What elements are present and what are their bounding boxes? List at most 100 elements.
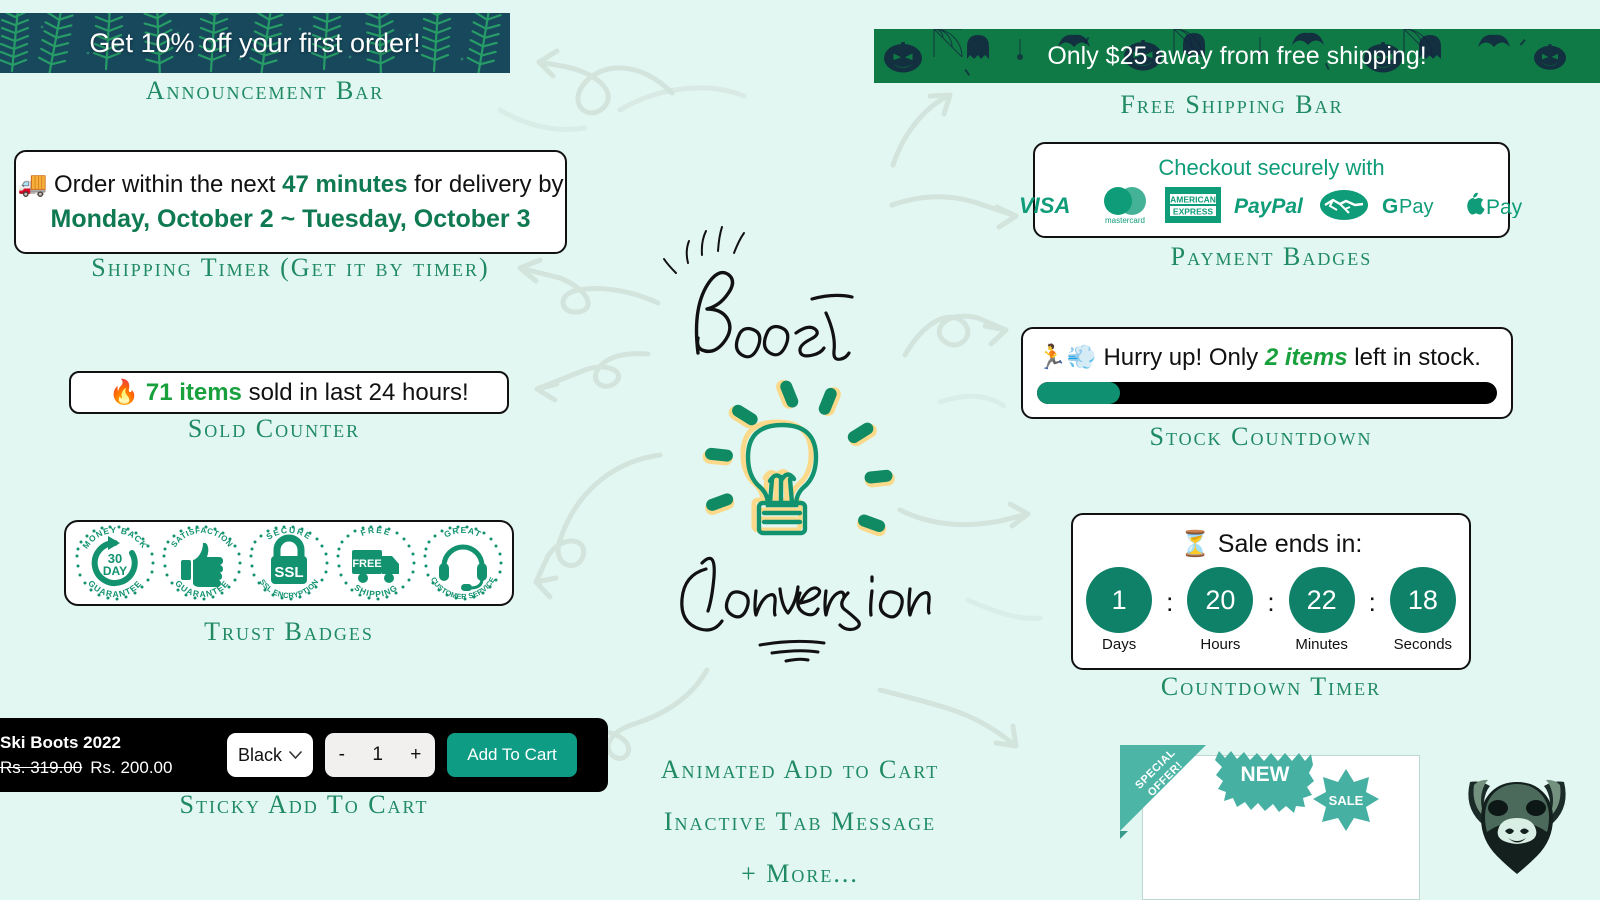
shipping-timer-minutes: 47 minutes — [282, 171, 408, 198]
countdown-heading: ⏳ Sale ends in: — [1179, 530, 1363, 558]
trust-badge-satisfaction: SATISFACTION GUARANTEE — [161, 522, 243, 604]
payment-badges-heading: Checkout securely with — [1158, 155, 1385, 180]
sale-star-badge: SALE — [1313, 769, 1379, 831]
variant-value: Black — [237, 744, 282, 765]
announcement-bar[interactable]: Get 10% off your first order! — [0, 13, 510, 73]
trust-badges-widget: 30 DAY MONEY BACK GUARANTEE SATISFACTION… — [64, 520, 514, 606]
extra-features-list: Animated Add to Cart Inactive Tab Messag… — [600, 755, 1000, 889]
countdown-timer-widget: ⏳ Sale ends in: 1 Days : 20 Hours : 22 M… — [1071, 513, 1471, 670]
stock-progress-fill — [1037, 381, 1120, 404]
handshake-icon — [1319, 190, 1368, 220]
sticky-cart-caption: Sticky Add To Cart — [179, 790, 429, 819]
extra-feature-animated-cart: Animated Add to Cart — [660, 755, 940, 784]
svg-text:Pay: Pay — [1486, 196, 1523, 218]
countdown-seconds-label: Seconds — [1393, 636, 1453, 653]
svg-text:SECURE: SECURE — [264, 525, 313, 542]
svg-text:SSL ENCRYPTION: SSL ENCRYPTION — [258, 577, 321, 600]
shipping-timer-line1: 🚚 Order within the next 47 minutes for d… — [17, 171, 564, 198]
shipping-timer-caption: Shipping Timer (Get it by timer) — [91, 253, 490, 282]
add-to-cart-button[interactable]: Add To Cart — [447, 733, 577, 777]
free-shipping-bar-caption: Free Shipping Bar — [1120, 90, 1344, 119]
countdown-unit-minutes: 22 Minutes — [1279, 567, 1365, 653]
countdown-separator-3: : — [1368, 587, 1376, 617]
runner-icon: 🏃 — [1037, 343, 1067, 371]
trust-badge-money-back: 30 DAY MONEY BACK GUARANTEE — [74, 522, 156, 604]
sold-counter-count: 71 items — [145, 379, 242, 406]
sticky-cart-old-price: Rs. 319.00 — [0, 757, 83, 777]
qty-increment-button[interactable]: + — [410, 744, 421, 766]
hourglass-icon: ⏳ — [1179, 530, 1211, 558]
stock-countdown-caption: Stock Countdown — [1149, 422, 1373, 451]
shipping-timer-widget: 🚚 Order within the next 47 minutes for d… — [14, 150, 567, 254]
google-pay-icon: G Pay — [1382, 195, 1433, 218]
svg-text:SATISFACTION: SATISFACTION — [170, 526, 235, 549]
svg-text:CUSTOMER SERVICE: CUSTOMER SERVICE — [428, 575, 496, 601]
svg-text:NEW: NEW — [1241, 763, 1290, 786]
apple-pay-icon: Pay — [1466, 192, 1523, 218]
qty-decrement-button[interactable]: - — [339, 744, 345, 766]
sold-counter-widget: 🔥 71 items sold in last 24 hours! — [69, 371, 509, 414]
svg-text:GUARANTEE: GUARANTEE — [87, 578, 145, 599]
page-root: Get 10% off your first order! Announceme… — [0, 0, 1600, 900]
countdown-seconds-value: 18 — [1389, 567, 1456, 633]
countdown-separator-2: : — [1267, 587, 1275, 617]
countdown-hours-label: Hours — [1200, 636, 1241, 653]
svg-text:G: G — [1382, 195, 1398, 218]
variant-select[interactable]: Black — [227, 733, 313, 777]
svg-text:AMERICAN: AMERICAN — [1170, 195, 1216, 205]
sticky-cart-prices: Rs. 319.00 Rs. 200.00 — [0, 758, 215, 778]
countdown-unit-days: 1 Days — [1076, 567, 1162, 653]
extra-feature-more: + More... — [741, 859, 859, 888]
svg-text:MONEY BACK: MONEY BACK — [81, 525, 150, 551]
countdown-minutes-label: Minutes — [1295, 636, 1348, 653]
shipping-timer-dates: Monday, October 2 ~ Tuesday, October 3 — [50, 205, 531, 233]
customer-service-ring-text: GREAT CUSTOMER SERVICE — [428, 525, 496, 601]
free-shipping-bar[interactable]: Only $25 away from free shipping! — [874, 29, 1600, 83]
visa-icon: VISA — [1019, 193, 1070, 218]
svg-text:PayPal: PayPal — [1234, 195, 1304, 218]
svg-text:SHIPPING: SHIPPING — [352, 582, 399, 599]
sold-counter-caption: Sold Counter — [187, 414, 361, 443]
ssl-ring-text: SECURE SSL ENCRYPTION — [258, 525, 321, 600]
bull-head-logo — [1468, 779, 1566, 874]
countdown-minutes-value: 22 — [1288, 567, 1355, 633]
paypal-icon: PayPal — [1234, 195, 1304, 218]
free-shipping-text: Only $25 away from free shipping! — [1047, 41, 1427, 70]
countdown-units: 1 Days : 20 Hours : 22 Minutes : 18 Seco… — [1076, 567, 1466, 653]
extra-feature-inactive-tab: Inactive Tab Message — [663, 807, 937, 836]
trust-badge-customer-service: GREAT CUSTOMER SERVICE — [422, 522, 504, 604]
delivery-truck-icon: 🚚 — [17, 171, 48, 198]
chevron-down-icon — [289, 750, 302, 759]
svg-text:GUARANTEE: GUARANTEE — [173, 578, 231, 599]
svg-text:EXPRESS: EXPRESS — [1172, 207, 1212, 217]
free-shipping-ring-text: FREE SHIPPING — [352, 525, 399, 599]
trust-badge-ssl: SSL SECURE SSL ENCRYPTION — [248, 522, 330, 604]
svg-text:FREE: FREE — [359, 525, 393, 538]
sticky-cart-product: Ski Boots 2022 Rs. 319.00 Rs. 200.00 — [0, 733, 215, 778]
countdown-unit-hours: 20 Hours — [1177, 567, 1263, 653]
countdown-unit-seconds: 18 Seconds — [1380, 567, 1466, 653]
svg-text:VISA: VISA — [1019, 193, 1070, 218]
payment-badges-caption: Payment Badges — [1170, 242, 1373, 271]
sold-counter-text: 🔥 71 items sold in last 24 hours! — [109, 379, 469, 406]
quantity-stepper[interactable]: - 1 + — [325, 733, 435, 777]
trust-badge-free-shipping: FREE FREE SHIPPING — [335, 522, 417, 604]
money-back-ring-text: MONEY BACK GUARANTEE — [81, 525, 150, 599]
announcement-text: Get 10% off your first order! — [89, 27, 421, 58]
payment-badges-widget: Checkout securely with VISA mastercard A… — [1019, 142, 1522, 238]
stock-countdown-text: 🏃💨 Hurry up! Only 2 items left in stock. — [1037, 343, 1481, 371]
fire-icon: 🔥 — [109, 379, 140, 406]
stock-countdown-count: 2 items — [1264, 343, 1348, 371]
countdown-days-value: 1 — [1086, 567, 1153, 633]
svg-text:Pay: Pay — [1399, 196, 1433, 218]
svg-text:mastercard: mastercard — [1104, 216, 1144, 225]
svg-text:SALE: SALE — [1329, 793, 1364, 808]
payment-methods-row: VISA mastercard AMERICAN EXPRESS PayPal — [1019, 185, 1525, 225]
sticky-cart-new-price: Rs. 200.00 — [90, 757, 173, 777]
mastercard-icon: mastercard — [1103, 187, 1146, 225]
qty-value: 1 — [372, 744, 383, 765]
sticky-cart-product-name: Ski Boots 2022 — [0, 732, 121, 752]
announcement-bar-caption: Announcement Bar — [145, 76, 385, 105]
countdown-days-label: Days — [1102, 636, 1137, 653]
stock-progress-track — [1037, 381, 1497, 404]
